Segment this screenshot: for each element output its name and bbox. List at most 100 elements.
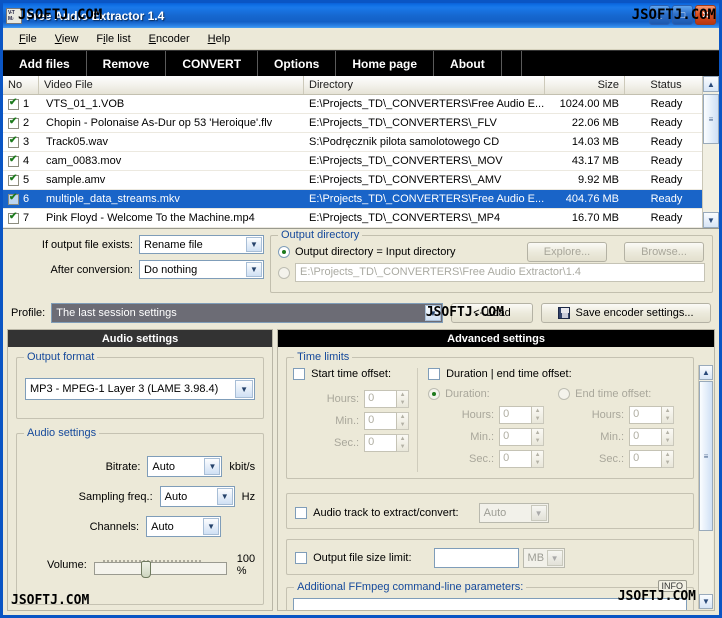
chevron-down-icon[interactable]: ▼ xyxy=(204,458,221,475)
table-row[interactable]: 5 sample.amv E:\Projects_TD\_CONVERTERS\_A… xyxy=(3,171,719,190)
size-limit-unit-select[interactable]: MB ▼ xyxy=(522,548,565,568)
radio-custom-dir-icon[interactable] xyxy=(278,266,290,279)
duration-checkbox-row[interactable]: Duration | end time offset: xyxy=(428,368,687,380)
endtime-hours-arrows[interactable]: ▲ ▼ xyxy=(662,406,675,424)
endtime-radio-row[interactable]: End time offset: xyxy=(558,388,674,400)
endtime-sec-arrows[interactable]: ▲ ▼ xyxy=(662,450,675,468)
size-limit-row[interactable]: Output file size limit: MB ▼ xyxy=(295,548,685,568)
start-sec-input[interactable]: 0 xyxy=(364,434,398,452)
scroll-up-icon[interactable]: ▲ xyxy=(703,76,719,92)
convert-button[interactable]: CONVERT xyxy=(166,51,259,76)
chevron-down-icon[interactable]: ▼ xyxy=(216,488,233,505)
column-header-file[interactable]: Video File xyxy=(39,76,304,94)
minimize-button[interactable]: _ xyxy=(649,5,670,25)
home-page-button[interactable]: Home page xyxy=(336,51,435,76)
advanced-scrollbar-thumb[interactable]: ≡ xyxy=(699,381,713,531)
table-row[interactable]: 2 Chopin - Polonaise As-Dur op 53 'Heroiq… xyxy=(3,114,719,133)
maximize-button[interactable]: □ xyxy=(672,5,693,25)
chevron-down-icon[interactable]: ▼ xyxy=(246,237,262,252)
row-checkbox-icon[interactable] xyxy=(8,173,19,186)
spin-down-icon[interactable]: ▼ xyxy=(662,459,673,467)
chevron-down-icon[interactable]: ▼ xyxy=(530,505,547,521)
volume-slider[interactable] xyxy=(93,560,227,578)
duration-hours-arrows[interactable]: ▲ ▼ xyxy=(532,406,545,424)
scrollbar-thumb[interactable]: ≡ xyxy=(703,94,719,144)
spin-down-icon[interactable]: ▼ xyxy=(532,459,543,467)
spin-down-icon[interactable]: ▼ xyxy=(662,437,673,445)
endtime-min-stepper[interactable]: 0 ▲ ▼ xyxy=(629,428,675,446)
remove-button[interactable]: Remove xyxy=(87,51,167,76)
spin-down-icon[interactable]: ▼ xyxy=(532,415,543,423)
spin-up-icon[interactable]: ▲ xyxy=(662,451,673,459)
spin-down-icon[interactable]: ▼ xyxy=(397,421,408,429)
options-button[interactable]: Options xyxy=(258,51,337,76)
menu-item-file[interactable]: File xyxy=(10,31,46,47)
ffmpeg-params-input[interactable] xyxy=(293,598,687,610)
column-header-size[interactable]: Size xyxy=(545,76,625,94)
endtime-sec-input[interactable]: 0 xyxy=(629,450,663,468)
endtime-sec-stepper[interactable]: 0 ▲ ▼ xyxy=(629,450,675,468)
spin-down-icon[interactable]: ▼ xyxy=(397,443,408,451)
bitrate-select[interactable]: Auto ▼ xyxy=(147,456,223,477)
chevron-down-icon[interactable]: ▼ xyxy=(246,262,262,277)
output-custom-path-input[interactable]: E:\Projects_TD\_CONVERTERS\Free Audio Ex… xyxy=(295,263,705,282)
about-button[interactable]: About xyxy=(434,51,502,76)
table-row[interactable]: 7 Pink Floyd - Welcome To the Machine.mp4… xyxy=(3,209,719,228)
column-header-no[interactable]: No xyxy=(3,76,39,94)
table-row[interactable]: 6 multiple_data_streams.mkv E:\Projects_TD… xyxy=(3,190,719,209)
explore-button[interactable]: Explore... xyxy=(527,242,607,262)
spin-up-icon[interactable]: ▲ xyxy=(662,429,673,437)
spin-up-icon[interactable]: ▲ xyxy=(532,451,543,459)
start-offset-checkbox-icon[interactable] xyxy=(293,368,306,380)
duration-sec-stepper[interactable]: 0 ▲ ▼ xyxy=(499,450,545,468)
start-sec-arrows[interactable]: ▲ ▼ xyxy=(397,434,410,452)
profile-select[interactable]: The last session settings ▼ xyxy=(51,303,443,323)
sampling-select[interactable]: Auto ▼ xyxy=(159,486,235,507)
duration-checkbox-icon[interactable] xyxy=(428,368,441,380)
add-files-button[interactable]: Add files xyxy=(3,51,87,76)
browse-button[interactable]: Browse... xyxy=(624,242,704,262)
menu-item-help[interactable]: Help xyxy=(199,31,240,47)
start-offset-checkbox-row[interactable]: Start time offset: xyxy=(293,368,409,380)
scroll-up-icon[interactable]: ▲ xyxy=(699,365,713,380)
ffmpeg-info-button[interactable]: INFO xyxy=(657,580,687,592)
chevron-down-icon[interactable]: ▼ xyxy=(235,380,254,398)
duration-min-stepper[interactable]: 0 ▲ ▼ xyxy=(499,428,545,446)
duration-min-arrows[interactable]: ▲ ▼ xyxy=(532,428,545,446)
start-hours-input[interactable]: 0 xyxy=(364,390,398,408)
row-checkbox-icon[interactable] xyxy=(8,135,19,148)
radio-end-time-icon[interactable] xyxy=(558,388,571,400)
spin-up-icon[interactable]: ▲ xyxy=(532,407,543,415)
start-min-stepper[interactable]: 0 ▲ ▼ xyxy=(364,412,410,430)
endtime-hours-input[interactable]: 0 xyxy=(629,406,663,424)
advanced-panel-scrollbar[interactable]: ▲ ≡ ▼ xyxy=(698,365,713,609)
output-custom-row[interactable]: E:\Projects_TD\_CONVERTERS\Free Audio Ex… xyxy=(278,263,705,282)
table-row[interactable]: 3 Track05.wav S:\Podręcznik pilota samolot… xyxy=(3,133,719,152)
close-button[interactable]: ✕ xyxy=(695,5,716,25)
audio-track-row[interactable]: Audio track to extract/convert: Auto ▼ xyxy=(295,503,685,523)
duration-hours-input[interactable]: 0 xyxy=(499,406,533,424)
column-header-status[interactable]: Status xyxy=(625,76,708,94)
spin-up-icon[interactable]: ▲ xyxy=(397,435,408,443)
output-format-select[interactable]: MP3 - MPEG-1 Layer 3 (LAME 3.98.4) ▼ xyxy=(25,378,256,400)
spin-down-icon[interactable]: ▼ xyxy=(662,415,673,423)
duration-hours-stepper[interactable]: 0 ▲ ▼ xyxy=(499,406,545,424)
spin-down-icon[interactable]: ▼ xyxy=(532,437,543,445)
row-checkbox-icon[interactable] xyxy=(8,211,19,224)
spin-up-icon[interactable]: ▲ xyxy=(397,413,408,421)
chevron-down-icon[interactable]: ▼ xyxy=(203,518,220,535)
load-profile-button[interactable]: <- Load xyxy=(451,303,533,323)
scroll-down-icon[interactable]: ▼ xyxy=(703,212,719,228)
start-sec-stepper[interactable]: 0 ▲ ▼ xyxy=(364,434,410,452)
spin-up-icon[interactable]: ▲ xyxy=(532,429,543,437)
duration-sec-input[interactable]: 0 xyxy=(499,450,533,468)
size-limit-input[interactable] xyxy=(433,548,519,568)
after-conversion-select[interactable]: Do nothing ▼ xyxy=(139,260,264,279)
start-min-arrows[interactable]: ▲ ▼ xyxy=(397,412,410,430)
scroll-down-icon[interactable]: ▼ xyxy=(699,594,713,609)
start-hours-stepper[interactable]: 0 ▲ ▼ xyxy=(364,390,410,408)
row-checkbox-icon[interactable] xyxy=(8,116,19,129)
chevron-down-icon[interactable]: ▼ xyxy=(546,550,563,566)
chevron-down-icon[interactable]: ▼ xyxy=(425,305,441,321)
duration-sec-arrows[interactable]: ▲ ▼ xyxy=(532,450,545,468)
